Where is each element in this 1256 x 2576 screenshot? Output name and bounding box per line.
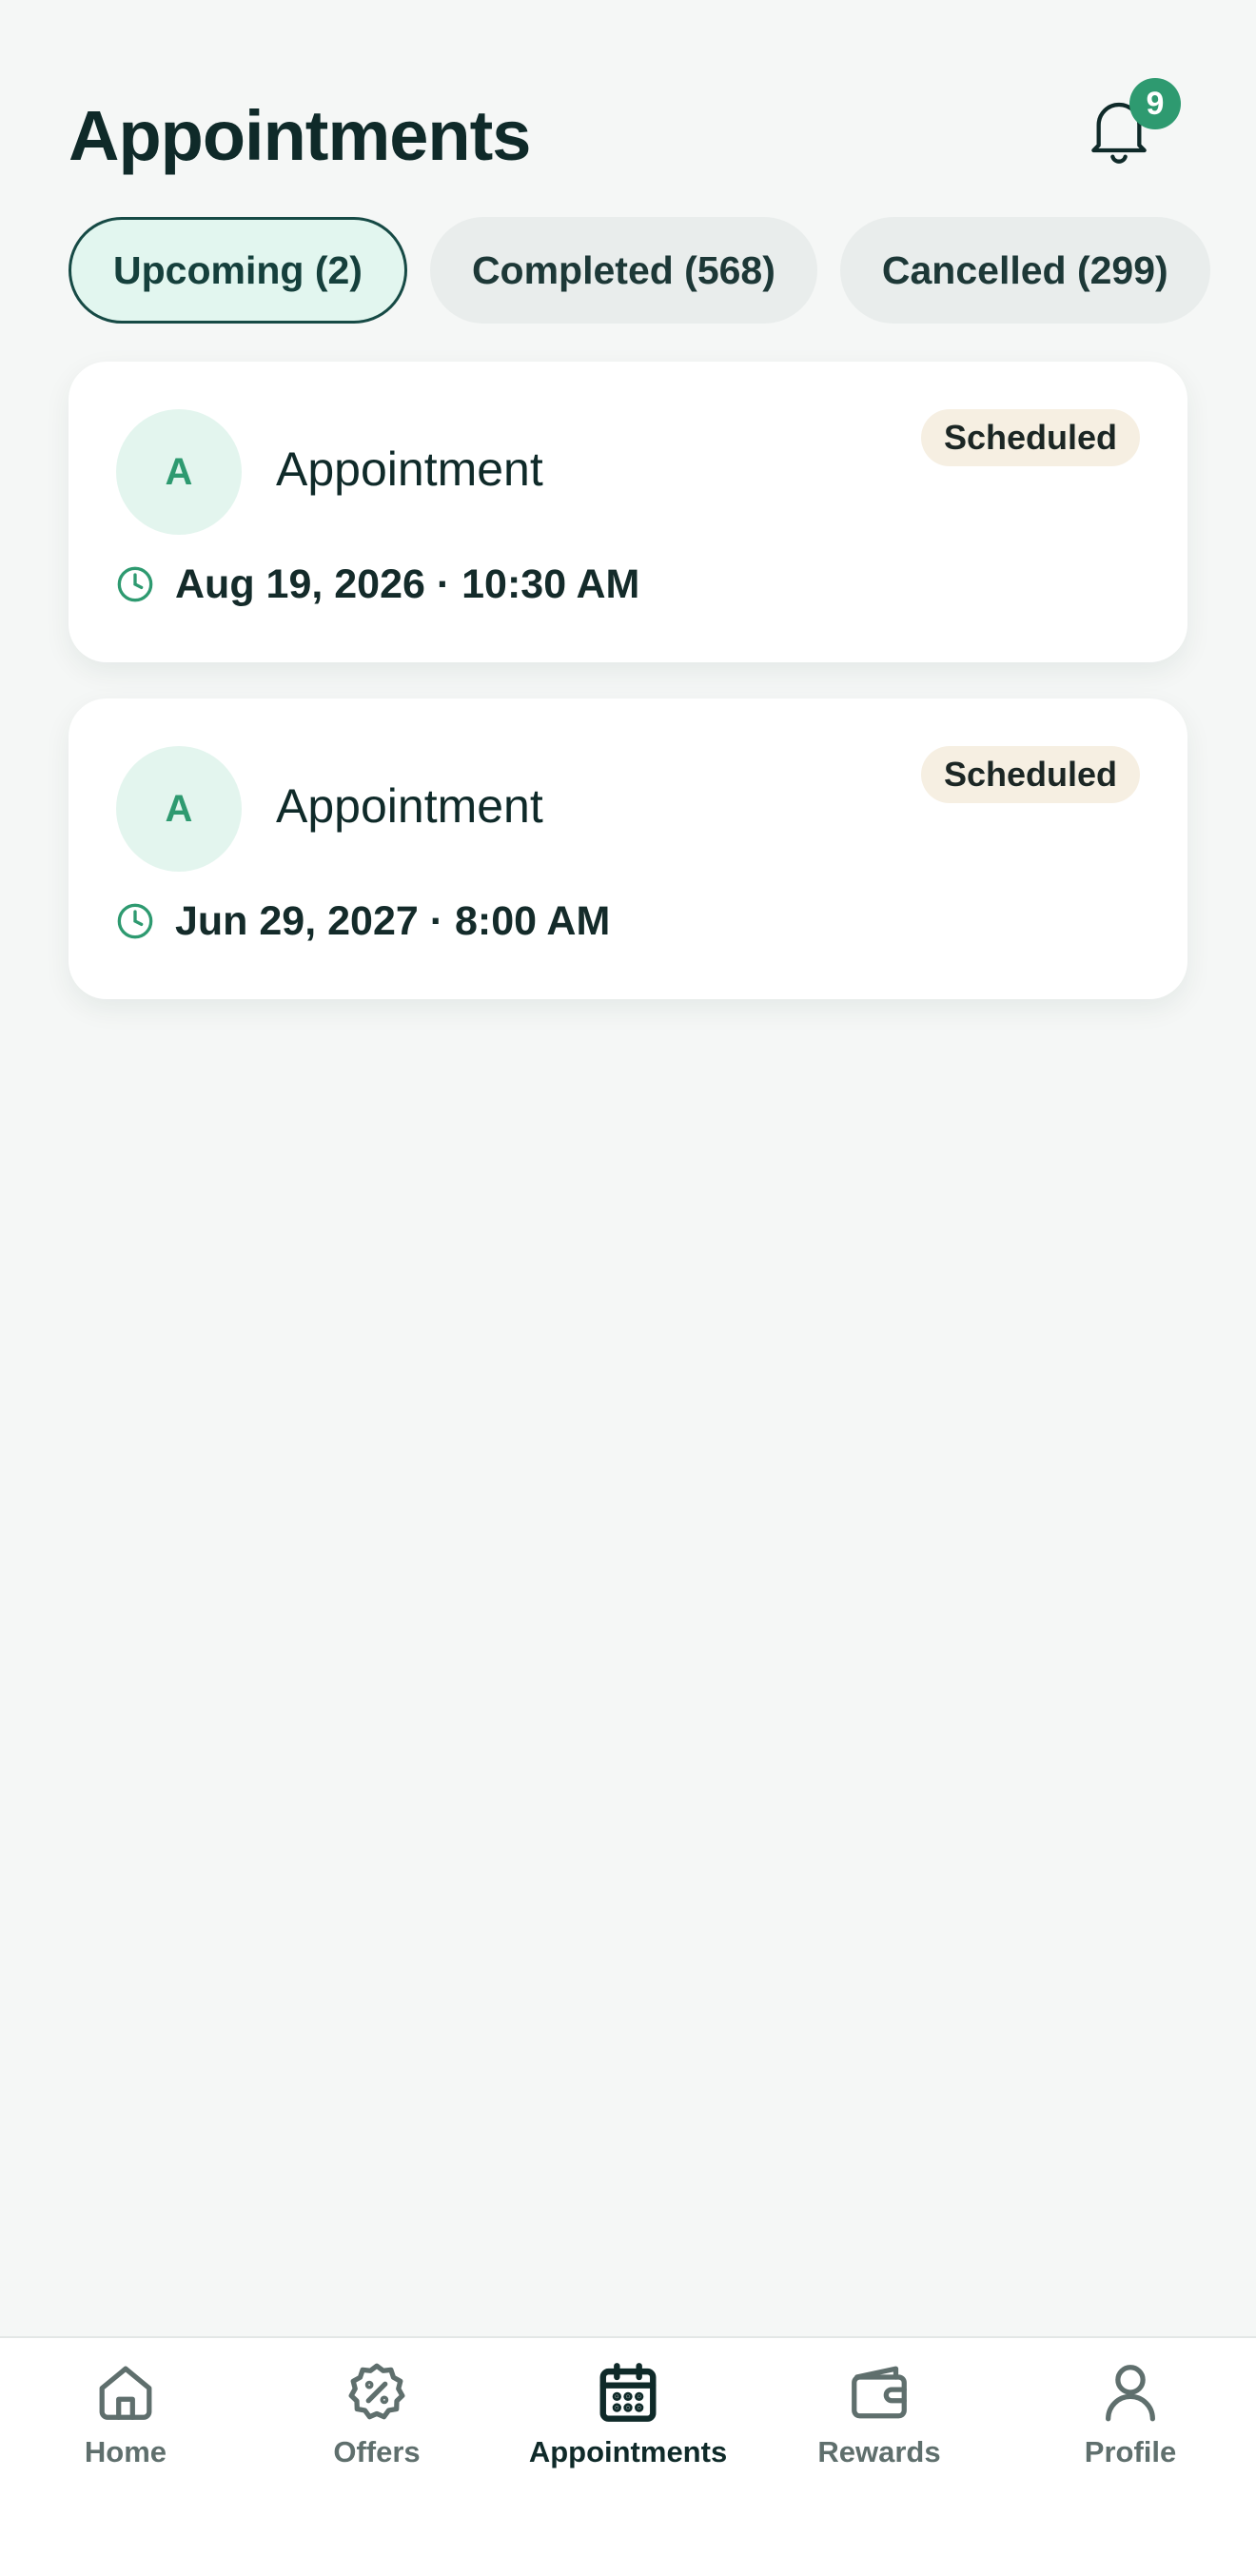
bottom-nav: Home Offers Appointments Rewards Profile	[0, 2336, 1256, 2576]
nav-label: Home	[84, 2435, 167, 2468]
avatar: A	[116, 746, 242, 872]
page-title: Appointments	[69, 96, 531, 175]
nav-label: Offers	[333, 2435, 421, 2468]
notifications-button[interactable]: 9	[1064, 78, 1187, 181]
appointment-datetime: Jun 29, 2027 · 8:00 AM	[175, 898, 611, 944]
appointment-datetime: Aug 19, 2026 · 10:30 AM	[175, 561, 640, 607]
nav-item-offers[interactable]: Offers	[251, 2338, 502, 2528]
nav-item-rewards[interactable]: Rewards	[754, 2338, 1005, 2528]
appointment-title: Appointment	[276, 442, 543, 496]
wallet-icon	[852, 2366, 907, 2419]
appointment-title: Appointment	[276, 779, 543, 833]
status-badge: Scheduled	[920, 746, 1140, 803]
notification-count-badge: 9	[1129, 78, 1181, 129]
user-icon	[1106, 2365, 1155, 2422]
appointment-card[interactable]: A Appointment Scheduled Aug 19, 2026 · 1…	[69, 362, 1187, 662]
tab-upcoming[interactable]: Upcoming (2)	[69, 217, 407, 324]
nav-label: Appointments	[528, 2435, 728, 2468]
header: Appointments 9	[69, 78, 1187, 181]
nav-label: Rewards	[817, 2435, 941, 2468]
nav-label: Profile	[1084, 2435, 1177, 2468]
nav-item-home[interactable]: Home	[0, 2338, 251, 2528]
nav-item-appointments[interactable]: Appointments	[502, 2338, 754, 2528]
clock-icon	[117, 566, 153, 602]
status-badge: Scheduled	[920, 409, 1140, 466]
home-icon	[99, 2366, 152, 2420]
nav-item-profile[interactable]: Profile	[1005, 2338, 1256, 2528]
tab-completed[interactable]: Completed (568)	[429, 217, 817, 324]
appointment-card[interactable]: A Appointment Scheduled Jun 29, 2027 · 8…	[69, 698, 1187, 999]
clock-icon	[117, 903, 153, 939]
app-screen: Appointments 9 Upcoming (2) Completed (56…	[0, 0, 1256, 2576]
status-tabs: Upcoming (2) Completed (568) Cancelled (29…	[69, 217, 1256, 327]
offer-badge-icon	[348, 2363, 405, 2420]
tab-cancelled[interactable]: Cancelled (299)	[839, 217, 1210, 324]
calendar-icon	[599, 2363, 657, 2422]
avatar: A	[116, 409, 242, 535]
